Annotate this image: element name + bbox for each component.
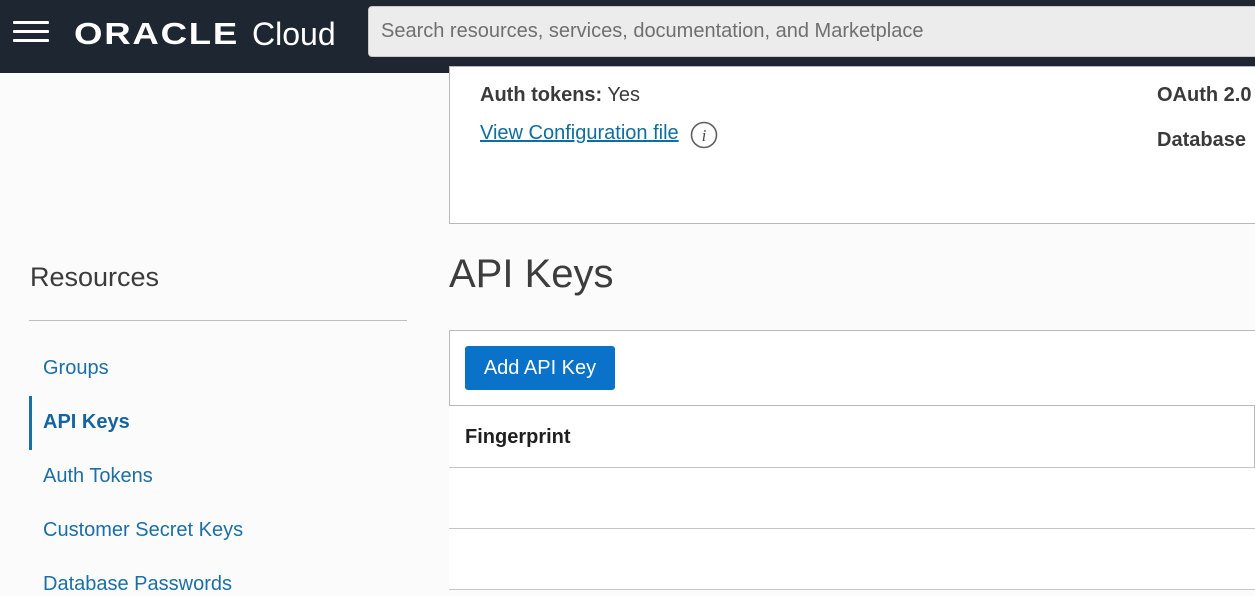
resources-title: Resources (30, 262, 160, 292)
view-configuration-file-link[interactable]: View Configuration file (480, 122, 679, 145)
info-icon[interactable]: i (690, 121, 718, 149)
auth-tokens-field: Auth tokens: Yes (480, 84, 640, 107)
hamburger-menu-icon[interactable] (13, 21, 49, 43)
resource-item-groups[interactable]: Groups (43, 357, 109, 380)
add-api-key-button[interactable]: Add API Key (465, 346, 615, 390)
database-label: Database (1157, 129, 1246, 151)
resource-item-api-keys[interactable]: API Keys (43, 411, 130, 434)
page-title: API Keys (449, 252, 614, 296)
svg-text:i: i (702, 126, 707, 145)
auth-tokens-value: Yes (607, 84, 641, 106)
table-row (449, 529, 1255, 590)
oracle-cloud-logo[interactable]: ORACLE Cloud (74, 14, 336, 54)
search-input[interactable] (368, 6, 1255, 57)
oauth-label: OAuth 2.0 (1157, 84, 1252, 106)
resources-divider (29, 320, 407, 321)
logo-brand: ORACLE (74, 16, 240, 51)
resource-item-database-passwords[interactable]: Database Passwords (43, 573, 232, 596)
resource-item-auth-tokens[interactable]: Auth Tokens (43, 465, 153, 488)
column-header-fingerprint[interactable]: Fingerprint (465, 426, 571, 449)
resource-item-customer-secret-keys[interactable]: Customer Secret Keys (43, 519, 243, 542)
table-header: Fingerprint (449, 405, 1255, 468)
api-keys-table: Fingerprint (449, 405, 1255, 590)
auth-tokens-label: Auth tokens: (480, 84, 603, 106)
active-item-indicator (29, 396, 32, 450)
top-bar: ORACLE Cloud (0, 0, 1255, 73)
table-row (449, 468, 1255, 529)
